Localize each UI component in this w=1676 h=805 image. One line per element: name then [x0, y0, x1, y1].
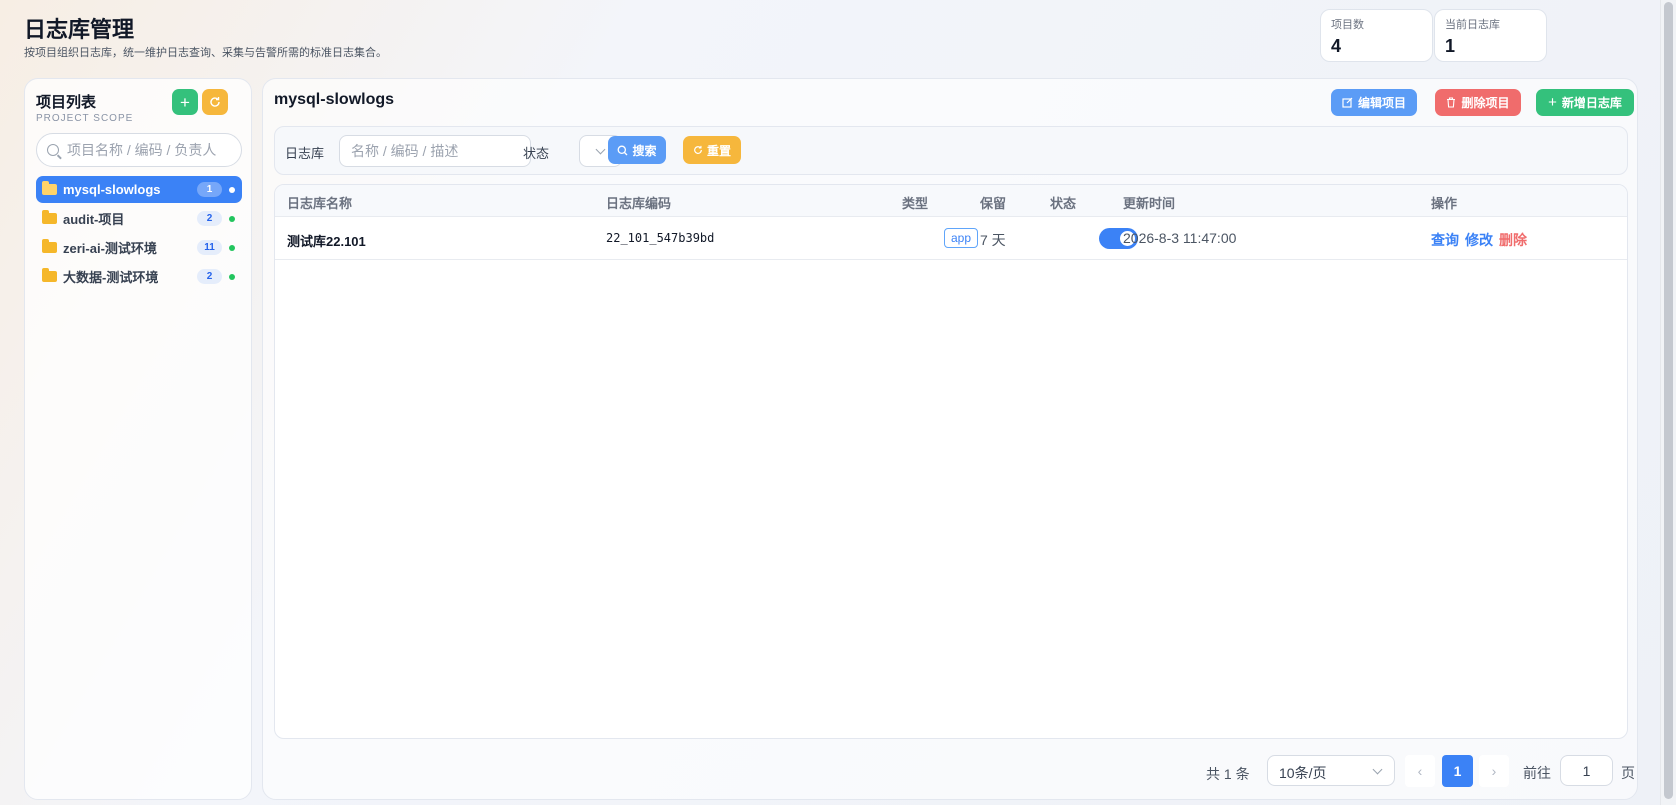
search-button[interactable]: 搜索 [608, 136, 666, 164]
stat-value: 4 [1331, 36, 1342, 56]
plus-icon: + [180, 92, 190, 112]
sidebar-title: 项目列表 [36, 94, 97, 111]
project-item-zeri-ai[interactable]: zeri-ai-测试环境 11 [36, 234, 242, 261]
search-button-label: 搜索 [632, 143, 657, 158]
sidebar-subtitle: PROJECT SCOPE [36, 113, 134, 124]
project-item-audit[interactable]: audit-项目 2 [36, 205, 242, 232]
trash-icon [1447, 97, 1456, 108]
stat-value: 1 [1445, 36, 1456, 56]
project-name: mysql-slowlogs [63, 182, 161, 197]
project-sidebar: 项目列表 PROJECT SCOPE + mysql-slowlogs 1 au… [24, 78, 252, 800]
page-size-select[interactable]: 10条/页 [1267, 755, 1395, 786]
refresh-icon [210, 97, 220, 107]
status-dot [229, 216, 235, 222]
project-count-badge: 2 [197, 211, 222, 226]
page-title: 日志库管理 [24, 17, 135, 42]
reset-button-label: 重置 [706, 143, 731, 158]
status-dot [229, 187, 235, 193]
folder-icon [42, 210, 57, 224]
column-header: 更新时间 [1123, 196, 1176, 211]
project-name: zeri-ai-测试环境 [63, 241, 157, 256]
goto-page-input[interactable] [1560, 755, 1613, 786]
project-name: 大数据-测试环境 [63, 270, 159, 285]
project-item-mysql-slowlogs[interactable]: mysql-slowlogs 1 [36, 176, 242, 203]
chevron-down-icon [1372, 764, 1383, 775]
project-count-badge: 2 [197, 269, 222, 284]
column-header: 状态 [1050, 196, 1077, 211]
page-size-value: 10条/页 [1279, 765, 1327, 781]
edit-icon [1342, 97, 1353, 108]
updated-time: 2026-8-3 11:47:00 [1123, 230, 1237, 246]
page-number-current[interactable]: 1 [1442, 755, 1473, 787]
search-icon [47, 144, 59, 156]
reset-button[interactable]: 重置 [683, 136, 741, 164]
page-header: 日志库管理 按项目组织日志库，统一维护日志查询、采集与告警所需的标准日志集合。 … [0, 0, 1660, 70]
project-item-bigdata[interactable]: 大数据-测试环境 2 [36, 263, 242, 290]
project-title: mysql-slowlogs [274, 91, 395, 108]
retention-value: 7 天 [980, 232, 1006, 248]
column-header: 日志库编码 [606, 196, 672, 211]
folder-icon [42, 239, 57, 253]
total-count: 共 1 条 [1206, 766, 1250, 782]
next-page-button[interactable]: › [1479, 755, 1509, 787]
delete-project-button[interactable]: 删除项目 [1435, 89, 1521, 116]
logstore-code: 22_101_547b39bd [606, 231, 715, 245]
plus-icon: + [1548, 94, 1557, 111]
folder-open-icon [42, 181, 57, 195]
edit-project-label: 编辑项目 [1357, 96, 1406, 110]
column-header: 保留 [980, 196, 1007, 211]
prev-page-button[interactable]: ‹ [1405, 755, 1435, 787]
chevron-left-icon: ‹ [1417, 763, 1423, 779]
logstore-name: 测试库22.101 [287, 234, 366, 249]
status-dot [229, 274, 235, 280]
goto-label: 前往 [1523, 765, 1551, 781]
chevron-down-icon [595, 144, 606, 155]
project-count-badge: 11 [197, 240, 222, 255]
stat-project-count: 项目数 4 [1320, 9, 1433, 62]
vertical-scrollbar[interactable] [1660, 0, 1676, 805]
status-filter-label: 状态 [523, 146, 550, 161]
edit-project-button[interactable]: 编辑项目 [1331, 89, 1417, 116]
search-icon [618, 145, 628, 155]
delete-project-label: 删除项目 [1461, 96, 1510, 110]
project-count-badge: 1 [197, 182, 222, 197]
add-logstore-button[interactable]: + 新增日志库 [1536, 89, 1634, 116]
project-list: mysql-slowlogs 1 audit-项目 2 zeri-ai-测试环境… [36, 176, 242, 292]
folder-icon [42, 268, 57, 282]
add-project-button[interactable]: + [172, 89, 198, 115]
column-header: 日志库名称 [287, 196, 353, 211]
query-link[interactable]: 查询 [1431, 230, 1459, 250]
status-dot [229, 245, 235, 251]
logstore-search-input[interactable] [339, 135, 531, 167]
logstore-table: 日志库名称 日志库编码 类型 保留 状态 更新时间 操作 测试库22.101 2… [274, 184, 1628, 739]
logstore-panel: mysql-slowlogs 编辑项目 删除项目 + 新增日志库 日志库 状态 … [262, 78, 1638, 800]
edit-link[interactable]: 修改 [1465, 230, 1493, 250]
project-search-input[interactable] [67, 142, 227, 158]
refresh-projects-button[interactable] [202, 89, 228, 115]
add-logstore-label: 新增日志库 [1561, 96, 1622, 110]
chevron-right-icon: › [1491, 763, 1497, 779]
stat-label: 项目数 [1331, 19, 1364, 31]
refresh-icon [694, 145, 702, 154]
stat-current-logstore: 当前日志库 1 [1434, 9, 1547, 62]
scrollbar-thumb[interactable] [1664, 2, 1673, 799]
table-row: 测试库22.101 22_101_547b39bd app 7 天 2026-8… [275, 217, 1627, 260]
column-header: 操作 [1431, 196, 1458, 211]
type-tag: app [944, 228, 979, 248]
page-subtitle: 按项目组织日志库，统一维护日志查询、采集与告警所需的标准日志集合。 [24, 47, 387, 59]
page-suffix: 页 [1621, 765, 1635, 781]
table-header: 日志库名称 日志库编码 类型 保留 状态 更新时间 操作 [275, 185, 1627, 217]
stat-label: 当前日志库 [1445, 19, 1500, 31]
logstore-filter-label: 日志库 [285, 146, 325, 161]
filter-bar: 日志库 状态 搜索 重置 [274, 126, 1628, 175]
pagination: 共 1 条 10条/页 ‹ 1 › 前往 页 [263, 755, 1637, 789]
project-search[interactable] [36, 133, 242, 167]
delete-link[interactable]: 删除 [1499, 230, 1527, 250]
project-name: audit-项目 [63, 212, 125, 227]
column-header: 类型 [902, 196, 929, 211]
